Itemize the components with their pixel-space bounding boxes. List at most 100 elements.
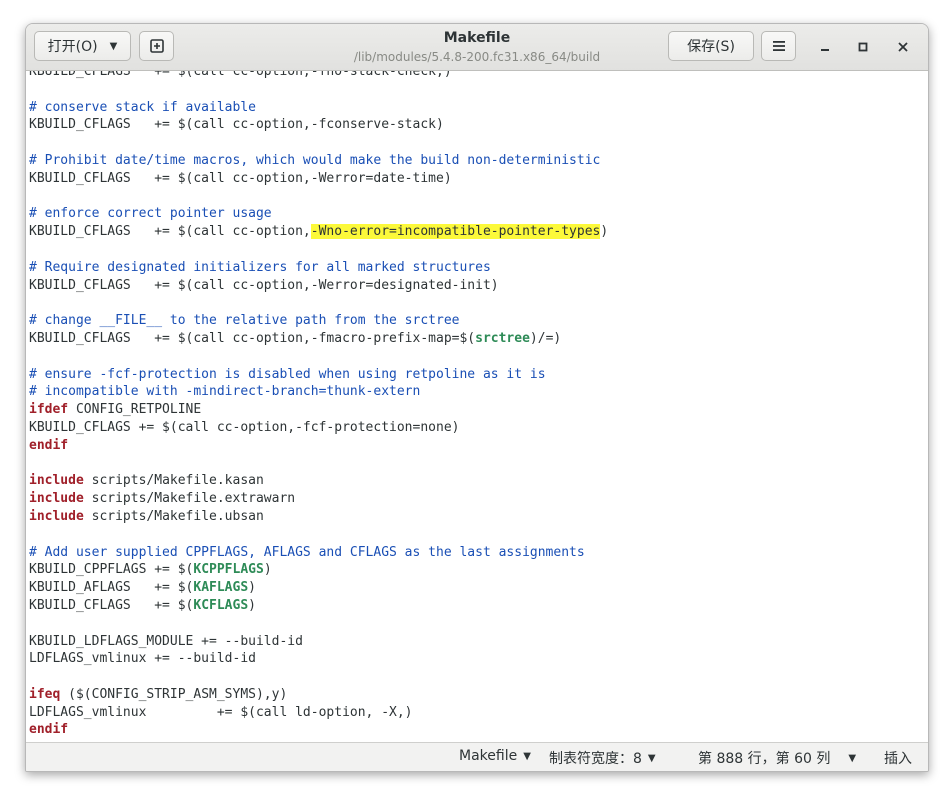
code-line[interactable]: include scripts/Makefile.kasan xyxy=(29,472,608,490)
code-line[interactable]: include scripts/Makefile.ubsan xyxy=(29,508,608,526)
code-text: scripts/Makefile.ubsan xyxy=(83,508,264,524)
code-text: KBUILD_CPPFLAGS += $( xyxy=(29,562,194,578)
code-line[interactable]: LDFLAGS_vmlinux += $(call ld-option, -X,… xyxy=(29,704,608,722)
tab-width-label: 制表符宽度：8 xyxy=(549,751,642,767)
header-bar: 打开(O) ▼ Makefile /lib/modules/5.4.8-200.… xyxy=(26,24,928,71)
code-line[interactable]: # conserve stack if available xyxy=(29,99,608,117)
code-line[interactable] xyxy=(29,455,608,473)
code-line[interactable] xyxy=(29,526,608,544)
code-line[interactable]: KBUILD_CFLAGS += $(call cc-option,-fno-s… xyxy=(29,71,608,81)
code-text: ) xyxy=(248,597,256,613)
code-line[interactable] xyxy=(29,348,608,366)
close-icon xyxy=(898,42,908,52)
new-tab-icon xyxy=(149,39,164,53)
code-line[interactable]: KBUILD_CFLAGS += $(call cc-option,-Werro… xyxy=(29,170,608,188)
code-line[interactable] xyxy=(29,615,608,633)
chevron-down-icon: ▼ xyxy=(523,750,531,762)
code-line[interactable]: KBUILD_CFLAGS += $(call cc-option,-Werro… xyxy=(29,277,608,295)
language-label: Makefile xyxy=(459,748,518,764)
code-line[interactable]: KBUILD_AFLAGS += $(KAFLAGS) xyxy=(29,579,608,597)
code-variable: KAFLAGS xyxy=(193,580,249,596)
save-button[interactable]: 保存(S) xyxy=(668,31,754,61)
chevron-down-icon: ▼ xyxy=(848,752,857,764)
code-line[interactable]: # Prohibit date/time macros, which would… xyxy=(29,152,608,170)
code-line[interactable] xyxy=(29,134,608,152)
code-line[interactable]: ifdef CONFIG_RETPOLINE xyxy=(29,401,608,419)
code-text: KBUILD_CFLAGS += $(call cc-option,-fmacr… xyxy=(29,330,476,346)
code-line[interactable]: # enforce correct pointer usage xyxy=(29,205,608,223)
code-line[interactable]: KBUILD_CFLAGS += $(KCFLAGS) xyxy=(29,597,608,615)
code-line[interactable] xyxy=(29,241,608,259)
code-line[interactable]: # incompatible with -mindirect-branch=th… xyxy=(29,383,608,401)
status-bar: Makefile ▼ 制表符宽度：8 ▼ 第 888 行，第 60 列 ▼ 插入 xyxy=(26,742,928,771)
code-keyword: include xyxy=(29,473,84,489)
tab-width-selector[interactable]: 制表符宽度：8 ▼ xyxy=(549,748,656,768)
code-text: KBUILD_CFLAGS += $(call cc-option,-fno-s… xyxy=(29,71,452,79)
code-line[interactable] xyxy=(29,81,608,99)
title-area: Makefile /lib/modules/5.4.8-200.fc31.x86… xyxy=(326,29,628,65)
window-title: Makefile xyxy=(443,30,511,46)
code-line[interactable] xyxy=(29,668,608,686)
minimize-icon xyxy=(821,49,829,51)
code-keyword: include xyxy=(29,508,84,524)
code-text: KBUILD_CFLAGS += $(call cc-option,-fcf-p… xyxy=(29,419,460,435)
code-keyword: endif xyxy=(29,437,69,453)
code-keyword: ifeq xyxy=(29,686,61,702)
code-comment: # Require designated initializers for al… xyxy=(29,259,491,275)
code-search-highlight: -Wno-error=incompatible-pointer-types xyxy=(310,224,601,240)
code-line[interactable]: # Require designated initializers for al… xyxy=(29,259,608,277)
code-text: )/=) xyxy=(529,330,562,346)
code-line[interactable]: endif xyxy=(29,721,608,739)
code-line[interactable]: include scripts/Makefile.extrawarn xyxy=(29,490,608,508)
hamburger-menu-icon xyxy=(772,41,785,51)
close-button[interactable] xyxy=(892,36,914,58)
chevron-down-icon: ▼ xyxy=(647,752,656,764)
code-line[interactable]: # ensure -fcf-protection is disabled whe… xyxy=(29,366,608,384)
code-text: LDFLAGS_vmlinux += $(call ld-option, -X,… xyxy=(29,704,413,720)
code-line[interactable]: KBUILD_CFLAGS += $(call cc-option,-fmacr… xyxy=(29,330,608,348)
code-variable: KCFLAGS xyxy=(193,597,249,613)
code-comment: # Prohibit date/time macros, which would… xyxy=(29,152,601,168)
code-keyword: ifdef xyxy=(29,402,69,418)
code-line[interactable]: KBUILD_CFLAGS += $(call cc-option,-fcons… xyxy=(29,116,608,134)
code-variable: srctree xyxy=(475,330,530,346)
code-view[interactable]: KBUILD_CFLAGS += $(call cc-option,-fno-s… xyxy=(29,71,608,743)
code-line[interactable]: LDFLAGS_vmlinux += --build-id xyxy=(29,650,608,668)
code-comment: # Add user supplied CPPFLAGS, AFLAGS and… xyxy=(29,544,585,560)
code-text: KBUILD_AFLAGS += $( xyxy=(29,580,194,596)
code-keyword: endif xyxy=(29,722,69,738)
open-button[interactable]: 打开(O) ▼ xyxy=(34,31,131,61)
code-text: LDFLAGS_vmlinux += --build-id xyxy=(29,651,256,667)
code-line[interactable]: # change __FILE__ to the relative path f… xyxy=(29,312,608,330)
save-button-label: 保存(S) xyxy=(687,39,735,55)
menu-button[interactable] xyxy=(761,31,796,61)
cursor-position-selector[interactable]: 第 888 行，第 60 列 ▼ xyxy=(698,748,856,768)
code-text: KBUILD_CFLAGS += $(call cc-option, xyxy=(29,224,311,240)
code-comment: # ensure -fcf-protection is disabled whe… xyxy=(29,366,546,382)
code-text: KBUILD_LDFLAGS_MODULE += --build-id xyxy=(29,633,303,649)
minimize-button[interactable] xyxy=(814,36,836,58)
code-line[interactable]: KBUILD_CFLAGS += $(call cc-option,-fcf-p… xyxy=(29,419,608,437)
code-text: ) xyxy=(263,562,272,578)
code-line[interactable] xyxy=(29,294,608,312)
text-editor[interactable]: KBUILD_CFLAGS += $(call cc-option,-fno-s… xyxy=(26,71,928,743)
code-text: KBUILD_CFLAGS += $(call cc-option,-Werro… xyxy=(29,277,499,293)
code-comment: # change __FILE__ to the relative path f… xyxy=(29,313,460,329)
maximize-button[interactable] xyxy=(852,36,874,58)
code-line[interactable]: KBUILD_CPPFLAGS += $(KCPPFLAGS) xyxy=(29,561,608,579)
insert-mode-indicator[interactable]: 插入 xyxy=(884,748,912,768)
code-keyword: include xyxy=(29,491,84,507)
new-tab-button[interactable] xyxy=(139,31,174,61)
code-text: scripts/Makefile.extrawarn xyxy=(83,491,296,507)
language-selector[interactable]: Makefile ▼ xyxy=(459,748,531,764)
code-line[interactable]: KBUILD_CFLAGS += $(call cc-option,-Wno-e… xyxy=(29,223,608,241)
code-text: ) xyxy=(600,224,609,240)
code-line[interactable]: endif xyxy=(29,437,608,455)
code-line[interactable] xyxy=(29,188,608,206)
code-line[interactable]: # Add user supplied CPPFLAGS, AFLAGS and… xyxy=(29,544,608,562)
code-text: scripts/Makefile.kasan xyxy=(83,473,264,489)
code-line[interactable]: ifeq ($(CONFIG_STRIP_ASM_SYMS),y) xyxy=(29,686,608,704)
code-line[interactable]: KBUILD_LDFLAGS_MODULE += --build-id xyxy=(29,633,608,651)
code-variable: KCPPFLAGS xyxy=(193,562,264,578)
code-text: ($(CONFIG_STRIP_ASM_SYMS),y) xyxy=(60,686,288,702)
